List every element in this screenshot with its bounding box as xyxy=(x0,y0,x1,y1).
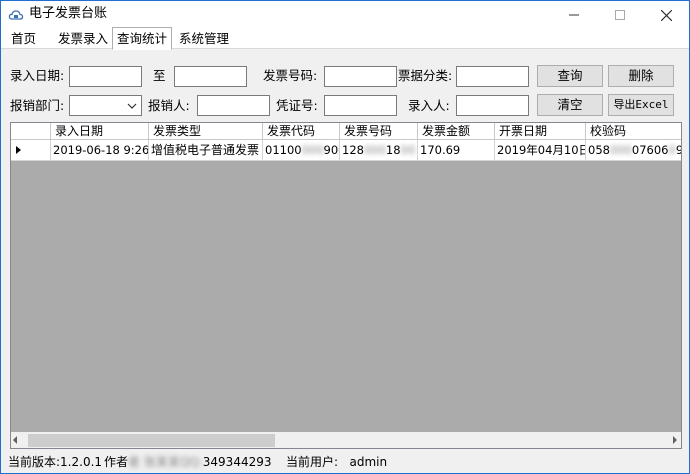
table-row[interactable]: 2019-06-18 9:26 增值税电子普通发票 0110000090001 … xyxy=(11,140,681,161)
cell-entry-date[interactable]: 2019-06-18 9:26 xyxy=(51,140,149,161)
cloud-app-icon xyxy=(8,10,24,20)
maximize-icon xyxy=(615,10,625,20)
tab-strip: 首页 发票录入 查询统计 系统管理 xyxy=(1,27,689,50)
column-header[interactable]: 校验码 xyxy=(586,123,681,140)
close-icon xyxy=(660,9,672,21)
redacted-text: 000 xyxy=(609,143,632,157)
author-qq: 349344293 xyxy=(202,455,272,469)
to-label: 至 xyxy=(153,68,166,83)
tab-system-settings[interactable]: 系统管理 xyxy=(175,29,233,49)
current-row-arrow-icon xyxy=(16,146,21,154)
clear-button[interactable]: 清空 xyxy=(537,94,603,116)
code-part: 90 xyxy=(323,143,339,157)
author-label: 作者 xyxy=(104,455,129,469)
cell-invoice-code[interactable]: 0110000090001 xyxy=(263,140,340,161)
author-text: 作者者 张某某QQ:349344293 xyxy=(104,454,272,470)
cell-amount[interactable]: 170.69 xyxy=(418,140,495,161)
status-bar: 当前版本:1.2.0.1 作者者 张某某QQ:349344293 当前用户: a… xyxy=(1,451,689,473)
check-part: 07606 xyxy=(631,143,669,157)
invoice-number-label: 发票号码: xyxy=(263,68,318,83)
grid-corner xyxy=(11,123,51,140)
bill-category-label: 票据分类: xyxy=(398,68,453,83)
column-header[interactable]: 录入日期 xyxy=(51,123,149,140)
entry-date-from-input[interactable] xyxy=(69,66,142,87)
cell-issue-date[interactable]: 2019年04月10日 xyxy=(495,140,586,161)
row-header[interactable] xyxy=(11,140,51,161)
redacted-text: 000 xyxy=(301,143,324,157)
bill-category-input[interactable] xyxy=(456,66,529,87)
check-part: 058 xyxy=(588,143,610,157)
horizontal-scrollbar[interactable] xyxy=(11,432,681,448)
minimize-icon xyxy=(569,14,579,16)
grid-header: 录入日期 发票类型 发票代码 发票号码 发票金额 开票日期 校验码 xyxy=(11,123,681,140)
delete-button[interactable]: 删除 xyxy=(608,65,674,87)
chevron-down-icon xyxy=(127,103,137,109)
redacted-text: 000 xyxy=(363,143,386,157)
number-part: 128 xyxy=(342,143,364,157)
scroll-left-arrow-icon[interactable] xyxy=(13,436,17,444)
maximize-button[interactable] xyxy=(597,1,643,29)
column-header[interactable]: 发票类型 xyxy=(149,123,263,140)
redacted-text: QQ: xyxy=(179,455,203,469)
reimburser-label: 报销人: xyxy=(148,98,190,113)
reimburser-input[interactable] xyxy=(197,95,270,116)
title-bar: 电子发票台账 xyxy=(1,1,689,29)
scroll-right-arrow-icon[interactable] xyxy=(673,436,677,444)
redacted-text: 0 xyxy=(668,143,676,157)
tab-home[interactable]: 首页 xyxy=(7,29,40,49)
entry-date-to-input[interactable] xyxy=(174,66,247,87)
minimize-button[interactable] xyxy=(551,1,597,29)
code-part: 01100 xyxy=(265,143,302,157)
enterer-input[interactable] xyxy=(456,95,529,116)
redacted-text: 者 张某某 xyxy=(128,455,180,469)
window-title: 电子发票台账 xyxy=(29,6,108,21)
redacted-text: 00 xyxy=(400,143,416,157)
app-window: 电子发票台账 首页 发票录入 查询统计 系统管理 录入日期: 至 发票号码: 票… xyxy=(0,0,690,474)
scrollbar-thumb[interactable] xyxy=(28,434,275,447)
voucher-label: 凭证号: xyxy=(276,98,318,113)
cell-check-code[interactable]: 058000076060913562 xyxy=(586,140,681,161)
export-excel-button[interactable]: 导出Excel xyxy=(608,94,674,116)
entry-date-label: 录入日期: xyxy=(10,68,65,83)
dept-select[interactable] xyxy=(69,95,142,116)
query-form: 录入日期: 至 发票号码: 票据分类: 查询 删除 报销部门: 报销人: 凭证号… xyxy=(1,50,689,122)
invoice-grid[interactable]: 录入日期 发票类型 发票代码 发票号码 发票金额 开票日期 校验码 2019-0… xyxy=(10,122,682,449)
close-button[interactable] xyxy=(643,1,689,29)
column-header[interactable]: 发票金额 xyxy=(418,123,495,140)
number-part: 18 xyxy=(385,143,401,157)
column-header[interactable]: 开票日期 xyxy=(495,123,586,140)
voucher-input[interactable] xyxy=(324,95,397,116)
query-button[interactable]: 查询 xyxy=(537,65,603,87)
version-text: 当前版本:1.2.0.1 xyxy=(8,455,103,469)
enterer-label: 录入人: xyxy=(408,98,450,113)
cell-invoice-type[interactable]: 增值税电子普通发票 xyxy=(149,140,263,161)
column-header[interactable]: 发票号码 xyxy=(340,123,418,140)
current-user-text: 当前用户: admin xyxy=(286,455,388,469)
cell-invoice-number[interactable]: 1280001800 xyxy=(340,140,418,161)
column-header[interactable]: 发票代码 xyxy=(263,123,340,140)
tab-invoice-entry[interactable]: 发票录入 xyxy=(54,29,112,49)
invoice-number-input[interactable] xyxy=(324,66,397,87)
dept-label: 报销部门: xyxy=(10,98,65,113)
tab-query-stats[interactable]: 查询统计 xyxy=(112,27,173,50)
check-part: 913562 xyxy=(676,143,681,157)
